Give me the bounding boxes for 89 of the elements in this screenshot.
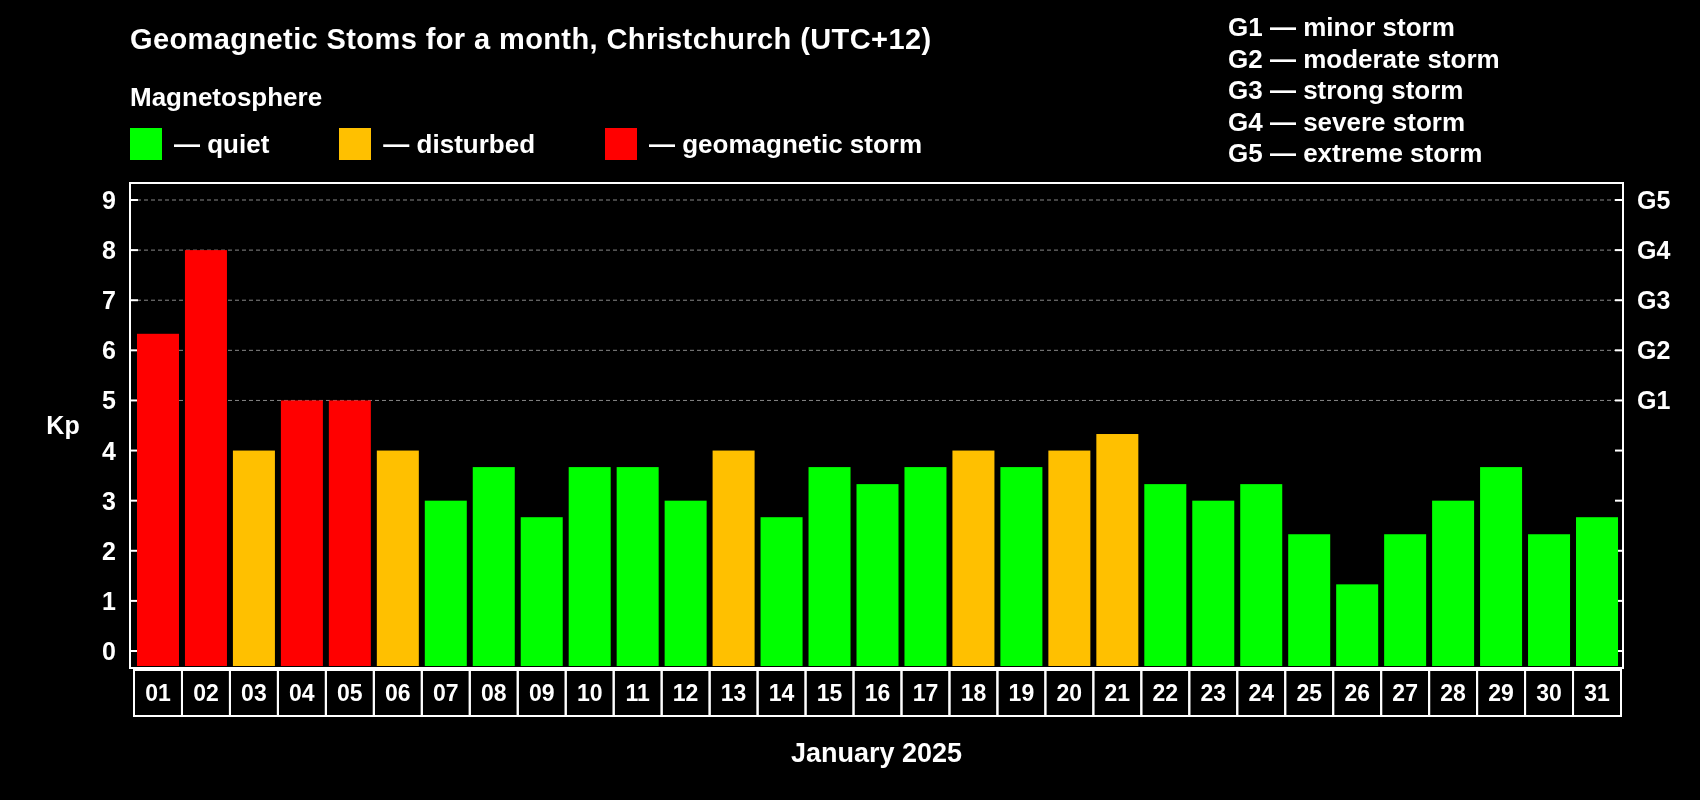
- day-label: 15: [816, 680, 843, 706]
- day-cell: [228, 669, 279, 717]
- day-label: 17: [912, 680, 939, 706]
- day-cell: [1140, 669, 1191, 717]
- storm-scale-label: G2 — moderate storm: [1228, 43, 1501, 75]
- day-label: 06: [385, 680, 411, 706]
- legend-label: — geomagnetic storm: [649, 128, 923, 160]
- day-label: 09: [528, 680, 555, 706]
- day-label: 22: [1152, 680, 1179, 706]
- legend-label: — quiet: [174, 128, 270, 160]
- y-tick-label: 0: [102, 637, 116, 665]
- day-label: 05: [337, 680, 363, 706]
- day-cell: [1332, 669, 1383, 717]
- day-cell: [516, 669, 567, 717]
- day-cell: [372, 669, 423, 717]
- day-cell: [804, 669, 855, 717]
- day-cell: [564, 669, 615, 717]
- day-cell: [324, 669, 375, 717]
- y-tick-label: 6: [102, 336, 116, 365]
- day-label: 02: [193, 680, 219, 706]
- legend-label: — disturbed: [383, 128, 535, 160]
- day-cell: [276, 669, 327, 717]
- day-label: 30: [1536, 680, 1562, 706]
- day-label: 03: [241, 680, 267, 706]
- day-cell: [1572, 669, 1622, 717]
- day-label: 19: [1008, 680, 1035, 706]
- storm-level-label: G3: [1637, 286, 1671, 315]
- day-label: 20: [1056, 680, 1083, 706]
- day-cell: [1380, 669, 1431, 717]
- y-tick-label: 9: [102, 186, 116, 214]
- day-label: 01: [145, 680, 171, 706]
- y-tick-label: 2: [102, 536, 116, 565]
- day-cell: [852, 669, 903, 717]
- storm-scale-label: G5 — extreme storm: [1228, 138, 1484, 170]
- storm-level-label: G1: [1637, 386, 1671, 415]
- y-tick-label: 1: [102, 586, 116, 615]
- day-label: 18: [960, 680, 987, 706]
- day-label: 24: [1248, 680, 1275, 706]
- day-cell: [1428, 669, 1479, 717]
- y-axis-label: Kp: [46, 411, 80, 440]
- day-cell: [420, 669, 471, 717]
- legend-title: Magnetosphere: [130, 82, 324, 112]
- day-cell: [1044, 669, 1095, 717]
- day-cell: [1476, 669, 1527, 717]
- day-label: 27: [1392, 680, 1418, 706]
- day-label: 11: [625, 680, 650, 706]
- day-cell: [133, 669, 183, 717]
- day-label: 29: [1488, 680, 1514, 706]
- x-axis-label: January 2025: [790, 738, 963, 768]
- day-label: 31: [1584, 680, 1610, 706]
- day-cell: [1524, 669, 1575, 717]
- day-label: 07: [433, 680, 459, 706]
- day-cell: [996, 669, 1047, 717]
- day-cell: [1092, 669, 1143, 717]
- day-cell: [468, 669, 519, 717]
- y-tick-label: 4: [102, 436, 116, 465]
- day-cell: [612, 669, 663, 717]
- y-tick-label: 5: [102, 386, 116, 415]
- day-label: 13: [720, 680, 747, 706]
- storm-level-label: G4: [1637, 236, 1671, 265]
- y-tick-label: 3: [102, 486, 116, 515]
- day-label: 25: [1296, 680, 1322, 706]
- storm-level-label: G5: [1637, 186, 1671, 214]
- y-tick-label: 8: [102, 236, 116, 265]
- day-cell: [900, 669, 951, 717]
- storm-level-label: G2: [1637, 336, 1671, 365]
- day-label: 12: [672, 680, 699, 706]
- day-cell: [948, 669, 999, 717]
- day-label: 21: [1104, 680, 1131, 706]
- day-cell: [756, 669, 807, 717]
- day-label: 14: [768, 680, 795, 706]
- day-label: 08: [480, 680, 507, 706]
- day-label: 23: [1200, 680, 1227, 706]
- day-cell: [1236, 669, 1287, 717]
- day-cell: [708, 669, 759, 717]
- chart-title: Geomagnetic Stoms for a month, Christchurch (UTC+12): [130, 22, 932, 56]
- day-label: 28: [1440, 680, 1466, 706]
- day-label: 04: [289, 680, 315, 706]
- day-label: 16: [864, 680, 891, 706]
- storm-scale-label: G1 — minor storm: [1228, 12, 1456, 44]
- y-tick-label: 7: [102, 286, 116, 315]
- day-cell: [1284, 669, 1335, 717]
- day-cell: [180, 669, 231, 717]
- storm-scale-label: G4 — severe storm: [1228, 106, 1466, 138]
- day-label: 10: [576, 680, 603, 706]
- day-cell: [1188, 669, 1239, 717]
- storm-scale-label: G3 — strong storm: [1228, 75, 1465, 107]
- day-label: 26: [1344, 680, 1370, 706]
- day-cell: [660, 669, 711, 717]
